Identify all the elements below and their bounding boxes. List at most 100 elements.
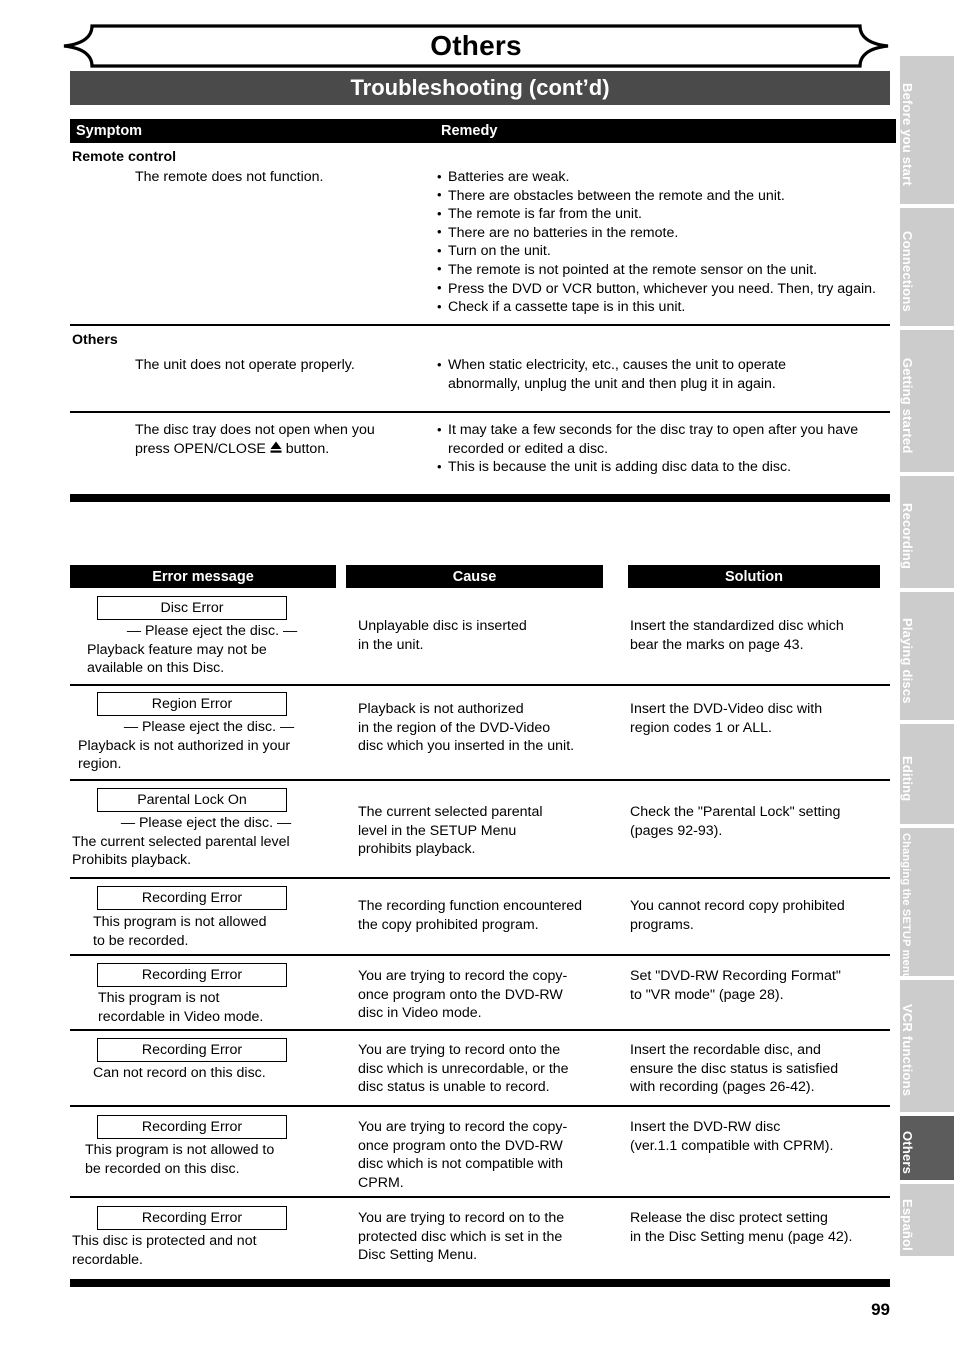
cause-text: Unplayable disc is inserted in the unit. — [358, 617, 618, 654]
solution-text: Insert the standardized disc which bear … — [630, 617, 888, 654]
side-tab-connections[interactable]: Connections — [900, 208, 954, 326]
text-line: — Please eject the disc. — — [120, 815, 292, 831]
error-message-text: This program is not allowed to be record… — [85, 1141, 340, 1178]
error-message-text: This program is not recordable in Video … — [98, 989, 348, 1026]
symptom-line-2-suffix: button. — [281, 440, 330, 457]
text-line: Unplayable disc is inserted — [358, 618, 527, 634]
remedy-list: Batteries are weak. There are obstacles … — [437, 168, 887, 317]
text-line: Can not record on this disc. — [93, 1065, 266, 1081]
solution-header-label: Solution — [725, 568, 783, 585]
symptom-header-label: Symptom — [76, 123, 143, 139]
text-line: Disc Setting Menu. — [358, 1247, 478, 1264]
remedy-header-label: Remedy — [441, 123, 498, 139]
cause-column-header: Cause — [346, 565, 603, 588]
list-item: The remote is far from the unit. — [437, 205, 887, 224]
text-line: programs. — [630, 916, 694, 933]
symptom-text: The disc tray does not open when you pre… — [135, 421, 435, 458]
error-code-box: Recording Error — [97, 963, 287, 987]
error-code-label: Recording Error — [141, 1210, 243, 1226]
list-item: Batteries are weak. — [437, 168, 887, 187]
cause-text: Playback is not authorized in the region… — [358, 700, 626, 756]
solution-text: Insert the DVD-Video disc with region co… — [630, 700, 888, 737]
text-line: with recording (pages 26-42). — [630, 1079, 815, 1096]
text-line: The current selected parental level — [72, 833, 290, 850]
side-tab-label: Connections — [900, 231, 915, 312]
side-tab-label: Editing — [900, 755, 915, 802]
side-tab-label: Playing discs — [900, 617, 915, 704]
text-line: Insert the recordable disc, and — [630, 1042, 821, 1058]
list-item: Check if a cassette tape is in this unit… — [437, 298, 887, 317]
list-item: The remote is not pointed at the remote … — [437, 260, 887, 280]
error-message-header-label: Error message — [152, 568, 254, 585]
side-tab-others[interactable]: Others — [900, 1116, 954, 1180]
error-code-box: Disc Error — [97, 596, 287, 620]
remedy-column-header: Remedy — [435, 119, 896, 143]
side-tab-label: Español — [900, 1198, 915, 1251]
section-divider-bar — [70, 1279, 890, 1287]
row-divider — [70, 1029, 890, 1031]
side-tab-label: Others — [900, 1130, 915, 1175]
symptom-column-header: Symptom — [70, 119, 436, 143]
side-tab-before-you-start[interactable]: Before you start — [900, 56, 954, 204]
text-line: protected disc which is set in the — [358, 1228, 563, 1245]
side-tab-recording[interactable]: Recording — [900, 476, 954, 588]
solution-text: You cannot record copy prohibited progra… — [630, 897, 892, 934]
text-line: (ver.1.1 compatible with CPRM). — [630, 1137, 834, 1154]
row-divider — [70, 1105, 890, 1107]
side-tab-getting-started[interactable]: Getting started — [900, 330, 954, 472]
text-line: You are trying to record the copy- — [358, 968, 568, 984]
eject-symbol-icon — [270, 441, 282, 460]
text-line: Insert the DVD-RW disc — [630, 1119, 781, 1135]
error-code-box: Recording Error — [97, 1115, 287, 1139]
side-tab-label: Recording — [900, 503, 915, 570]
symptom-text: The remote does not function. — [135, 169, 324, 185]
text-line: region. — [78, 756, 122, 773]
error-code-label: Disc Error — [160, 600, 224, 616]
solution-text: Insert the DVD-RW disc (ver.1.1 compatib… — [630, 1118, 896, 1155]
text-line: The current selected parental — [358, 804, 543, 820]
list-item: There are obstacles between the remote a… — [437, 186, 887, 206]
symptom-line-2-prefix: press OPEN/CLOSE — [135, 440, 270, 457]
side-tab-label: Before you start — [900, 83, 915, 186]
section-divider-bar — [70, 494, 890, 502]
side-tab-editing[interactable]: Editing — [900, 724, 954, 824]
text-line: to "VR mode" (page 28). — [630, 986, 784, 1003]
text-line: — Please eject the disc. — — [123, 719, 295, 735]
list-item: Turn on the unit. — [437, 242, 887, 261]
list-item: There are no batteries in the remote. — [437, 223, 887, 243]
text-line: Playback is not authorized in your — [78, 737, 291, 754]
text-line: be recorded on this disc. — [85, 1160, 240, 1177]
row-divider — [70, 1196, 890, 1198]
side-tab-playing-discs[interactable]: Playing discs — [900, 592, 954, 720]
cause-text: The current selected parental level in t… — [358, 803, 620, 859]
page-banner: Others — [62, 24, 890, 68]
text-line: You cannot record copy prohibited — [630, 898, 845, 914]
text-line: — Please eject the disc. — — [126, 623, 298, 639]
text-line: once program onto the DVD-RW — [358, 1137, 563, 1154]
text-line: disc which is not compatible with — [358, 1156, 564, 1173]
error-code-box: Region Error — [97, 692, 287, 716]
row-divider — [70, 954, 890, 956]
text-line: Playback feature may not be — [87, 641, 267, 658]
row-divider — [70, 324, 890, 326]
section-header: Troubleshooting (cont’d) — [70, 71, 890, 105]
text-line: You are trying to record on to the — [358, 1210, 565, 1226]
error-code-box: Recording Error — [97, 1038, 287, 1062]
text-line: available on this Disc. — [87, 660, 225, 677]
text-line: in the region of the DVD-Video — [358, 719, 551, 736]
error-message-text: — Please eject the disc. — Playback is n… — [78, 718, 340, 774]
text-line: ensure the disc status is satisfied — [630, 1060, 839, 1077]
side-tab-vcr-functions[interactable]: VCR functions — [900, 980, 954, 1112]
text-line: CPRM. — [358, 1174, 404, 1191]
text-line: You are trying to record onto the — [358, 1042, 561, 1058]
error-code-label: Recording Error — [141, 1119, 243, 1135]
error-code-label: Recording Error — [141, 890, 243, 906]
side-tab-espanol[interactable]: Español — [900, 1184, 954, 1256]
symptom-group-label: Remote control — [72, 149, 177, 165]
cause-header-label: Cause — [452, 568, 497, 585]
list-item: It may take a few seconds for the disc t… — [437, 420, 867, 458]
side-tab-changing-the-setup-menu[interactable]: Changing the SETUP menu — [900, 828, 954, 976]
text-line: This program is not allowed to — [85, 1142, 275, 1158]
list-item: When static electricity, etc., causes th… — [437, 355, 857, 393]
text-line: Insert the DVD-Video disc with — [630, 701, 823, 717]
